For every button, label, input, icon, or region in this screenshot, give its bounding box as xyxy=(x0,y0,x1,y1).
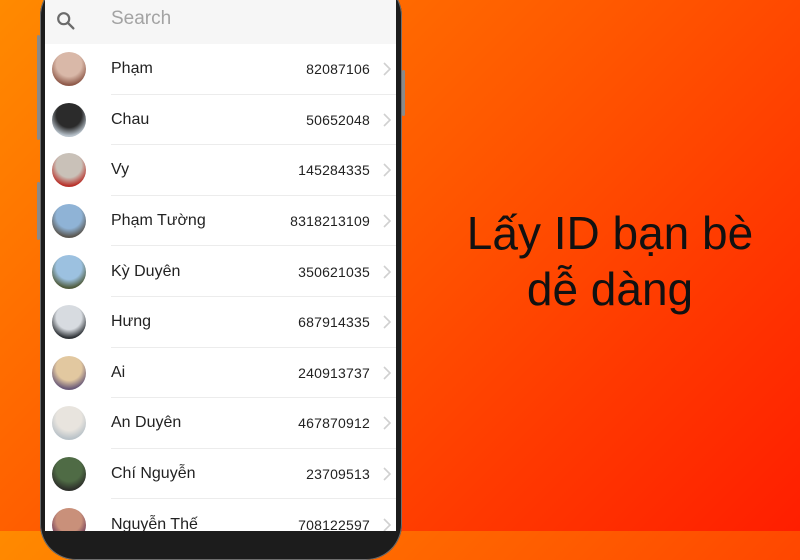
friend-name: Ai xyxy=(111,363,126,381)
chevron-right-icon xyxy=(383,366,392,380)
chevron-right-icon xyxy=(383,265,392,279)
chevron-right-icon xyxy=(383,467,392,481)
friend-id: 23709513 xyxy=(306,466,370,483)
chevron-right-icon xyxy=(383,163,392,178)
avatar xyxy=(52,52,86,87)
friend-row[interactable]: Phạm 82087106 xyxy=(45,44,396,95)
chevron-right-icon xyxy=(383,315,392,329)
friend-name: Hưng xyxy=(111,313,152,331)
friend-row[interactable]: Ai 240913737 xyxy=(45,348,396,399)
headline: Lấy ID bạn bè dễ dàng xyxy=(420,205,800,317)
friend-name: An Duyên xyxy=(111,414,182,432)
avatar xyxy=(52,457,86,492)
headline-line-1: Lấy ID bạn bè xyxy=(466,207,754,259)
avatar xyxy=(52,507,86,531)
friend-row[interactable]: Hưng 687914335 xyxy=(45,297,396,348)
avatar xyxy=(52,406,86,441)
friend-row[interactable]: Nguyễn Thế 708122597 xyxy=(45,499,396,531)
headline-line-2: dễ dàng xyxy=(526,263,694,315)
friend-row[interactable]: Vy 145284335 xyxy=(45,145,396,196)
friend-id: 240913737 xyxy=(298,364,370,381)
friend-name: Nguyễn Thế xyxy=(111,515,198,531)
friend-name: Vy xyxy=(111,161,130,179)
avatar xyxy=(52,355,86,390)
friend-name: Chau xyxy=(111,110,150,128)
friend-row[interactable]: Chau 50652048 xyxy=(45,95,396,146)
friend-id: 8318213109 xyxy=(290,213,370,230)
avatar xyxy=(52,102,86,137)
friend-id: 145284335 xyxy=(298,162,370,179)
friend-id: 687914335 xyxy=(298,314,370,331)
friend-row[interactable]: Chí Nguyễn 23709513 xyxy=(45,449,396,500)
chevron-right-icon xyxy=(383,518,392,531)
phone-screen: Phạm 82087106 Chau 50652048 Vy 145284335… xyxy=(45,0,396,531)
friend-row[interactable]: An Duyên 467870912 xyxy=(45,398,396,449)
avatar xyxy=(52,204,86,239)
chevron-right-icon xyxy=(383,113,392,127)
friend-id: 467870912 xyxy=(298,415,370,432)
avatar xyxy=(52,254,86,289)
friend-name: Kỳ Duyên xyxy=(111,262,181,280)
chevron-right-icon xyxy=(383,416,392,431)
friend-name: Chí Nguyễn xyxy=(111,465,196,483)
friend-row[interactable]: Phạm Tường 8318213109 xyxy=(45,196,396,247)
avatar xyxy=(52,305,86,340)
chevron-right-icon xyxy=(383,214,392,228)
friend-row[interactable]: Kỳ Duyên 350621035 xyxy=(45,246,396,297)
search-input[interactable] xyxy=(111,8,371,30)
friend-name: Phạm Tường xyxy=(111,212,206,230)
friend-id: 708122597 xyxy=(298,516,370,531)
chevron-right-icon xyxy=(383,62,392,76)
friend-id: 50652048 xyxy=(306,111,370,128)
friend-list: Phạm 82087106 Chau 50652048 Vy 145284335… xyxy=(45,44,396,531)
friend-id: 82087106 xyxy=(306,61,370,78)
phone-power-button xyxy=(402,70,405,116)
search-bar[interactable] xyxy=(45,0,396,44)
friend-name: Phạm xyxy=(111,60,153,78)
avatar xyxy=(52,153,86,188)
friend-id: 350621035 xyxy=(298,263,370,280)
search-icon xyxy=(57,12,75,30)
